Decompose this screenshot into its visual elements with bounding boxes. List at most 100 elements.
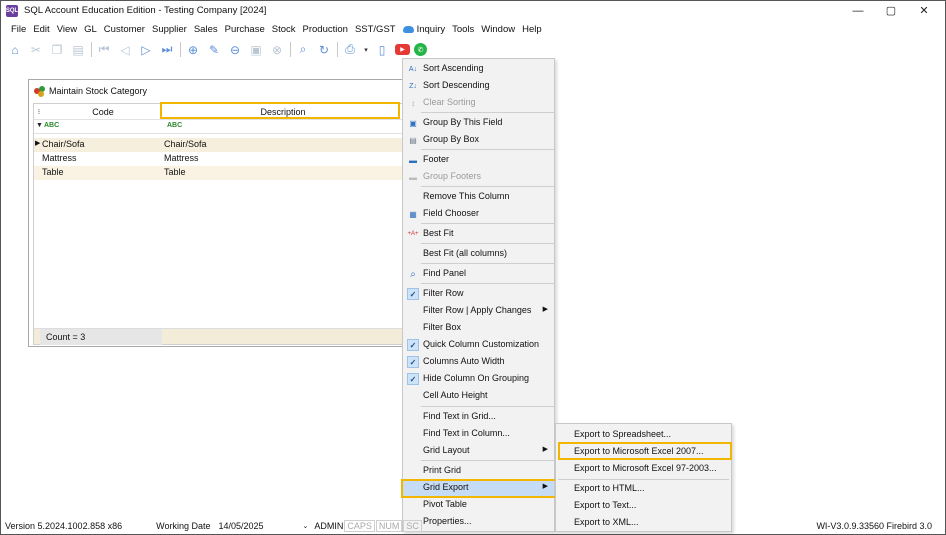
toolbar-separator [337, 42, 338, 57]
menu-grid-layout[interactable]: Grid Layout ▶ [403, 443, 554, 459]
minimize-button[interactable]: — [841, 1, 875, 20]
stock-category-grid: ⁝ Code Description ▼ ABC ABC ▶ Chair/Sof… [33, 103, 403, 345]
menu-label: Export to Microsoft Excel 2007... [574, 446, 704, 456]
menu-best-fit[interactable]: +A+ Best Fit [403, 226, 554, 242]
working-date-field[interactable]: 14/05/2025 [218, 521, 302, 531]
table-row[interactable]: Mattress Mattress [34, 152, 402, 166]
menu-separator [421, 283, 554, 284]
menu-separator [421, 406, 554, 407]
menu-filter-row[interactable]: ✓ Filter Row [403, 286, 554, 302]
menu-file[interactable]: File [11, 24, 26, 35]
column-chooser-icon[interactable]: ⁝ [34, 104, 44, 120]
search-icon[interactable]: ⌕ [295, 42, 311, 58]
close-button[interactable]: ✕ [907, 1, 941, 20]
menu-sales[interactable]: Sales [194, 24, 218, 35]
menu-field-chooser[interactable]: ▦ Field Chooser [403, 206, 554, 222]
menu-sort-descending[interactable]: Z↓ Sort Descending [403, 78, 554, 94]
column-header-description[interactable]: Description [162, 104, 404, 120]
menu-export-html[interactable]: Export to HTML... [556, 481, 731, 497]
menu-export-text[interactable]: Export to Text... [556, 498, 731, 514]
column-header-code[interactable]: Code [44, 104, 162, 120]
filter-code-icon[interactable]: ABC [44, 122, 59, 129]
cell-description: Chair/Sofa [164, 139, 207, 149]
menu-print-grid[interactable]: Print Grid [403, 463, 554, 479]
menu-remove-column[interactable]: Remove This Column [403, 189, 554, 205]
menu-find-text-column[interactable]: Find Text in Column... [403, 426, 554, 442]
menu-export-excel-97[interactable]: Export to Microsoft Excel 97-2003... [556, 461, 731, 477]
row-indicator-icon: ▶ [35, 140, 41, 147]
first-record-icon[interactable]: ⏮ [96, 42, 112, 58]
submenu-arrow-icon: ▶ [542, 446, 548, 453]
menu-pivot-table[interactable]: Pivot Table [403, 497, 554, 513]
check-icon: ✓ [407, 339, 419, 351]
prior-record-icon[interactable]: ◁ [117, 42, 133, 58]
maximize-button[interactable]: ▢ [874, 1, 908, 20]
preview-icon[interactable]: ▯ [374, 42, 390, 58]
menu-cell-auto-height[interactable]: Cell Auto Height [403, 388, 554, 404]
date-dropdown-icon[interactable]: ⌄ [302, 522, 308, 530]
group-footers-icon: ▬ [409, 172, 417, 182]
menu-quick-column-customization[interactable]: ✓ Quick Column Customization [403, 337, 554, 353]
menu-sst-gst[interactable]: SST/GST [355, 24, 396, 35]
copy-icon[interactable]: ❐ [49, 42, 65, 58]
menu-clear-sorting[interactable]: ↕ Clear Sorting [403, 95, 554, 111]
menu-separator [421, 243, 554, 244]
home-icon[interactable]: ⌂ [7, 42, 23, 58]
table-row[interactable]: ▶ Chair/Sofa Chair/Sofa [34, 138, 402, 152]
menu-footer[interactable]: ▬ Footer [403, 152, 554, 168]
whatsapp-icon[interactable]: ✆ [414, 43, 427, 56]
menu-group-footers[interactable]: ▬ Group Footers [403, 169, 554, 185]
cancel-icon[interactable]: ⊗ [269, 42, 285, 58]
menu-purchase[interactable]: Purchase [225, 24, 265, 35]
menu-label: Export to HTML... [574, 483, 645, 493]
print-icon[interactable]: ⎙ [342, 42, 358, 58]
menu-view[interactable]: View [57, 24, 77, 35]
menu-sort-ascending[interactable]: A↓ Sort Ascending [403, 61, 554, 77]
menu-help[interactable]: Help [522, 24, 542, 35]
menu-supplier[interactable]: Supplier [152, 24, 187, 35]
menu-gl[interactable]: GL [84, 24, 97, 35]
menu-group-by-box[interactable]: ▤ Group By Box [403, 132, 554, 148]
menu-label: Print Grid [423, 465, 462, 475]
submenu-arrow-icon: ▶ [542, 483, 548, 490]
last-record-icon[interactable]: ⏭ [159, 42, 175, 58]
save-icon[interactable]: ▣ [248, 42, 264, 58]
menu-separator [421, 186, 554, 187]
menu-window[interactable]: Window [481, 24, 515, 35]
toolbar-separator [180, 42, 181, 57]
title-bar: SQL SQL Account Education Edition - Test… [1, 1, 945, 20]
version-text: Version 5.2024.1002.858 x86 [5, 521, 123, 531]
menu-inquiry[interactable]: Inquiry [417, 24, 446, 35]
menu-tools[interactable]: Tools [452, 24, 474, 35]
toolbar-separator [91, 42, 92, 57]
filter-description-icon[interactable]: ABC [167, 122, 182, 129]
delete-record-icon[interactable]: ⊖ [227, 42, 243, 58]
menu-edit[interactable]: Edit [33, 24, 49, 35]
menu-customer[interactable]: Customer [104, 24, 145, 35]
scroll-indicator: SC [403, 520, 422, 532]
next-record-icon[interactable]: ▷ [138, 42, 154, 58]
menu-production[interactable]: Production [303, 24, 348, 35]
menu-find-panel[interactable]: ⌕ Find Panel [403, 266, 554, 282]
menu-columns-auto-width[interactable]: ✓ Columns Auto Width [403, 354, 554, 370]
menu-grid-export[interactable]: Grid Export ▶ [403, 480, 554, 496]
edit-record-icon[interactable]: ✎ [206, 42, 222, 58]
print-dropdown-icon[interactable]: ▾ [363, 42, 369, 58]
menu-label: Filter Row [423, 288, 464, 298]
table-row[interactable]: Table Table [34, 166, 402, 180]
youtube-icon[interactable]: ▶ [395, 44, 410, 55]
cut-icon[interactable]: ✂ [28, 42, 44, 58]
menu-hide-column-on-grouping[interactable]: ✓ Hide Column On Grouping [403, 371, 554, 387]
menu-export-excel-2007[interactable]: Export to Microsoft Excel 2007... [556, 444, 731, 460]
paste-icon[interactable]: ▤ [70, 42, 86, 58]
menu-export-spreadsheet[interactable]: Export to Spreadsheet... [556, 427, 731, 443]
menu-stock[interactable]: Stock [272, 24, 296, 35]
filter-row[interactable]: ▼ ABC ABC [34, 120, 402, 134]
refresh-icon[interactable]: ↻ [316, 42, 332, 58]
menu-find-text-grid[interactable]: Find Text in Grid... [403, 409, 554, 425]
menu-filter-row-apply[interactable]: Filter Row | Apply Changes ▶ [403, 303, 554, 319]
menu-best-fit-all[interactable]: Best Fit (all columns) [403, 246, 554, 262]
menu-group-by-field[interactable]: ▣ Group By This Field [403, 115, 554, 131]
new-record-icon[interactable]: ⊕ [185, 42, 201, 58]
menu-filter-box[interactable]: Filter Box [403, 320, 554, 336]
